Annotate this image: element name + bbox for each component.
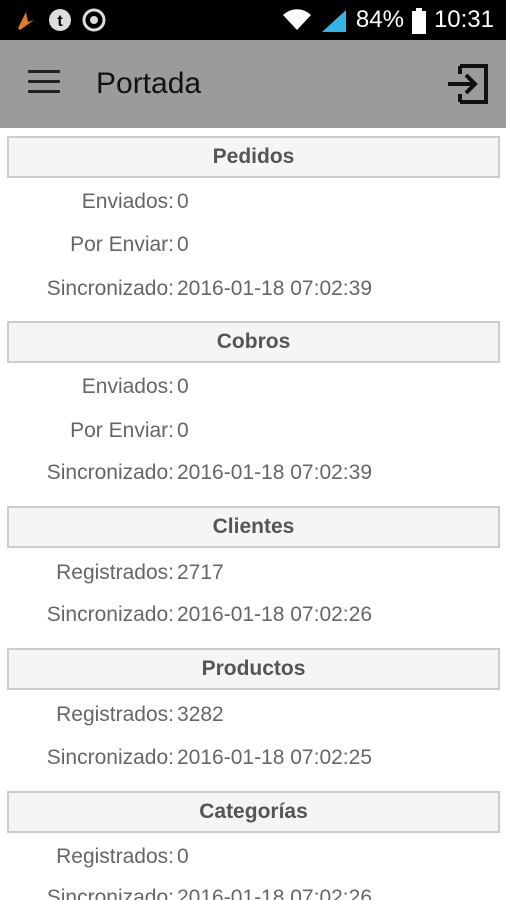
row-pedidos-por-enviar: Por Enviar: 0 bbox=[0, 233, 506, 263]
row-value: 2016-01-18 07:02:26 bbox=[177, 886, 372, 900]
app-bar: Portada bbox=[0, 40, 506, 128]
row-label: Registrados: bbox=[56, 703, 174, 726]
row-label: Por Enviar: bbox=[70, 233, 174, 256]
notification-icon bbox=[14, 8, 38, 32]
row-productos-sincronizado: Sincronizado: 2016-01-18 07:02:25 bbox=[0, 746, 506, 776]
row-pedidos-enviados: Enviados: 0 bbox=[0, 190, 506, 220]
section-header-clientes: Clientes bbox=[7, 506, 500, 548]
row-label: Enviados: bbox=[81, 190, 174, 213]
tumblr-icon: t bbox=[48, 8, 72, 32]
row-categorias-registrados: Registrados: 0 bbox=[0, 845, 506, 875]
row-label: Sincronizado: bbox=[46, 277, 174, 300]
section-header-productos: Productos bbox=[7, 648, 500, 690]
clock: 10:31 bbox=[433, 6, 494, 33]
section-header-cobros: Cobros bbox=[7, 321, 500, 363]
svg-text:t: t bbox=[57, 13, 63, 30]
row-categorias-sincronizado: Sincronizado: 2016-01-18 07:02:26 bbox=[0, 886, 506, 900]
row-label: Registrados: bbox=[56, 561, 174, 584]
section-header-categorias: Categorías bbox=[7, 791, 500, 833]
row-value: 2016-01-18 07:02:25 bbox=[177, 746, 372, 769]
row-label: Sincronizado: bbox=[46, 746, 174, 769]
row-value: 0 bbox=[177, 233, 189, 256]
row-value: 0 bbox=[177, 419, 189, 442]
signal-icon bbox=[320, 8, 348, 32]
exit-icon[interactable] bbox=[444, 62, 490, 106]
row-cobros-enviados: Enviados: 0 bbox=[0, 375, 506, 405]
row-label: Registrados: bbox=[56, 845, 174, 868]
battery-icon bbox=[411, 8, 426, 34]
row-label: Enviados: bbox=[81, 375, 174, 398]
row-value: 2016-01-18 07:02:39 bbox=[177, 277, 372, 300]
row-cobros-sincronizado: Sincronizado: 2016-01-18 07:02:39 bbox=[0, 461, 506, 491]
app-icon bbox=[82, 8, 106, 32]
row-pedidos-sincronizado: Sincronizado: 2016-01-18 07:02:39 bbox=[0, 277, 506, 307]
section-header-pedidos: Pedidos bbox=[7, 136, 500, 178]
main-content: Pedidos Enviados: 0 Por Enviar: 0 Sincro… bbox=[0, 128, 506, 900]
row-label: Sincronizado: bbox=[46, 603, 174, 626]
row-value: 0 bbox=[177, 190, 189, 213]
row-clientes-sincronizado: Sincronizado: 2016-01-18 07:02:26 bbox=[0, 603, 506, 633]
row-cobros-por-enviar: Por Enviar: 0 bbox=[0, 419, 506, 449]
row-value: 0 bbox=[177, 845, 189, 868]
row-value: 3282 bbox=[177, 703, 224, 726]
row-label: Sincronizado: bbox=[46, 461, 174, 484]
wifi-icon bbox=[282, 8, 312, 32]
row-productos-registrados: Registrados: 3282 bbox=[0, 703, 506, 733]
battery-percent: 84% bbox=[355, 6, 404, 33]
row-clientes-registrados: Registrados: 2717 bbox=[0, 561, 506, 591]
row-value: 0 bbox=[177, 375, 189, 398]
row-label: Por Enviar: bbox=[70, 419, 174, 442]
row-value: 2717 bbox=[177, 561, 224, 584]
page-title: Portada bbox=[96, 67, 202, 100]
menu-icon[interactable] bbox=[28, 70, 60, 96]
row-value: 2016-01-18 07:02:39 bbox=[177, 461, 372, 484]
row-label: Sincronizado: bbox=[46, 886, 174, 900]
status-bar: t 84% 10:31 bbox=[0, 0, 506, 40]
row-value: 2016-01-18 07:02:26 bbox=[177, 603, 372, 626]
